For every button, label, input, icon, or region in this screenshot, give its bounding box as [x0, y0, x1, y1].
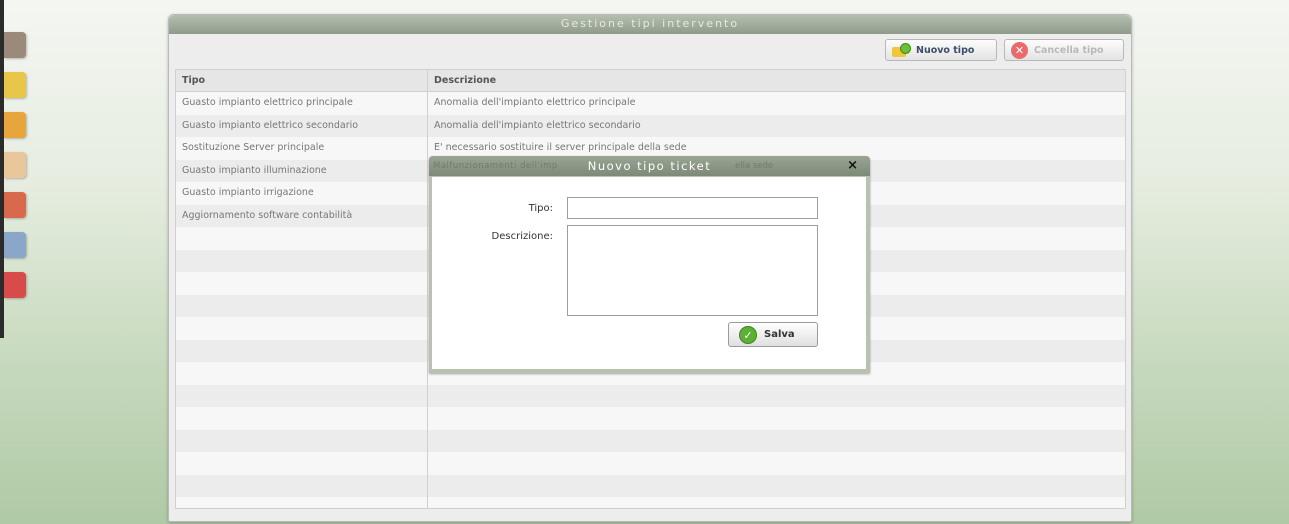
table-row[interactable]: Guasto impianto elettrico principale Anom… — [176, 92, 1125, 115]
user-info-icon[interactable] — [4, 232, 26, 258]
table-row[interactable]: Guasto impianto elettrico secondario Anom… — [176, 114, 1125, 137]
empty-row — [176, 452, 1125, 475]
cell-tipo: Sostituzione Server principale — [176, 137, 428, 160]
dialog-title: Nuovo tipo ticket — [587, 159, 712, 173]
package-icon[interactable] — [4, 152, 26, 178]
new-type-dialog: Malfunzionamenti dell'imp ella sede Nuov… — [429, 156, 870, 373]
power-icon[interactable] — [4, 272, 26, 298]
empty-cell — [176, 272, 428, 295]
toolbar: Nuovo tipo ✕ Cancella tipo — [169, 34, 1131, 68]
check-icon: ✓ — [739, 325, 757, 344]
tipo-label: Tipo: — [528, 203, 553, 214]
column-header-tipo[interactable]: Tipo — [176, 70, 428, 91]
empty-cell — [428, 430, 1125, 453]
save-button[interactable]: ✓ Salva — [728, 322, 818, 347]
empty-cell — [176, 407, 428, 430]
cell-tipo: Aggiornamento software contabilità — [176, 204, 428, 227]
empty-row — [176, 407, 1125, 430]
save-label: Salva — [764, 329, 795, 340]
close-icon[interactable]: × — [847, 156, 858, 176]
delete-icon: ✕ — [1011, 41, 1028, 59]
empty-cell — [176, 474, 428, 497]
empty-cell — [176, 339, 428, 362]
empty-cell — [176, 249, 428, 272]
column-header-descrizione[interactable]: Descrizione — [428, 70, 1125, 91]
empty-cell — [428, 497, 1125, 508]
descrizione-label: Descrizione: — [491, 231, 553, 242]
delete-type-label: Cancella tipo — [1034, 44, 1104, 56]
cell-tipo: Guasto impianto elettrico secondario — [176, 114, 428, 137]
descrizione-field[interactable] — [567, 225, 818, 316]
cell-descrizione: Anomalia dell'impianto elettrico princip… — [434, 97, 636, 108]
empty-row — [176, 474, 1125, 498]
empty-cell — [176, 294, 428, 317]
dialog-titlebar[interactable]: Malfunzionamenti dell'imp ella sede Nuov… — [429, 156, 870, 176]
grid-header: Tipo Descrizione — [176, 70, 1125, 92]
cell-descrizione: Anomalia dell'impianto elettrico seconda… — [434, 119, 641, 131]
tree-icon[interactable] — [4, 112, 26, 138]
empty-cell — [176, 452, 428, 475]
empty-cell — [176, 227, 428, 250]
empty-cell — [428, 475, 1125, 498]
empty-row — [176, 497, 1125, 508]
pencil-icon[interactable] — [4, 72, 26, 98]
empty-cell — [428, 452, 1125, 475]
window-title: Gestione tipi intervento — [169, 15, 1131, 34]
cell-tipo: Guasto impianto irrigazione — [176, 182, 428, 205]
chart-icon[interactable] — [4, 192, 26, 218]
dialog-body: Tipo: Descrizione: ✓ Salva — [432, 177, 866, 369]
empty-cell — [176, 429, 428, 452]
new-type-label: Nuovo tipo — [916, 44, 975, 56]
empty-cell — [428, 385, 1125, 408]
cell-tipo: Guasto impianto elettrico principale — [176, 92, 428, 115]
empty-row — [176, 384, 1125, 408]
box-icon[interactable] — [4, 32, 26, 58]
delete-type-button[interactable]: ✕ Cancella tipo — [1004, 39, 1124, 61]
new-type-button[interactable]: Nuovo tipo — [885, 39, 997, 61]
empty-cell — [176, 317, 428, 340]
add-type-icon — [892, 43, 911, 57]
empty-cell — [176, 497, 428, 508]
empty-cell — [428, 407, 1125, 430]
cell-tipo: Guasto impianto illuminazione — [176, 159, 428, 182]
empty-cell — [176, 384, 428, 407]
empty-cell — [176, 362, 428, 385]
tipo-field[interactable] — [567, 197, 818, 219]
empty-row — [176, 429, 1125, 453]
app-launcher — [4, 32, 32, 312]
